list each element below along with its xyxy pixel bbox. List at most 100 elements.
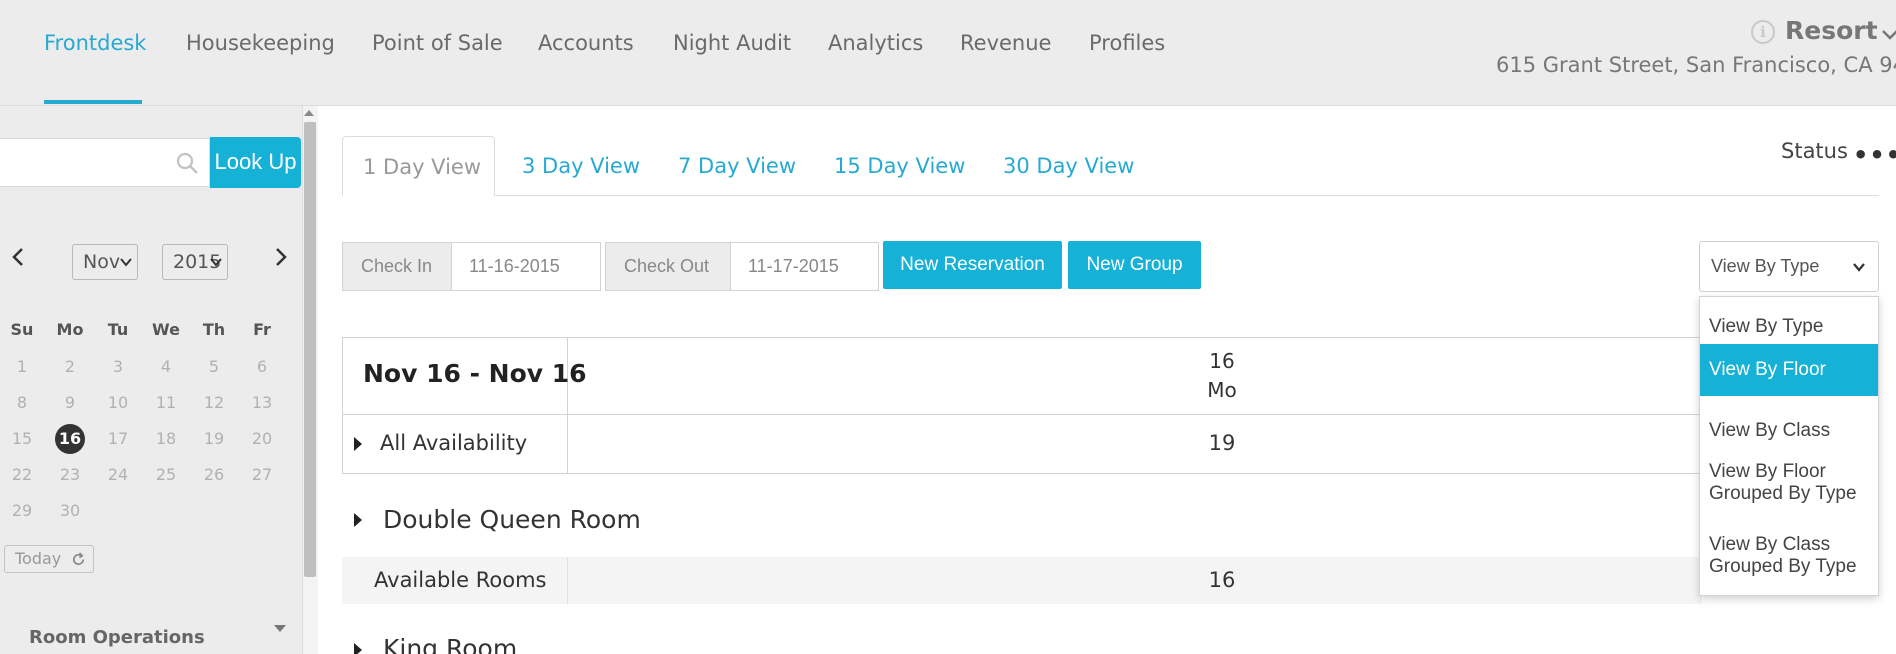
- view-by-select[interactable]: View By Type: [1699, 241, 1879, 292]
- day-name-header: Mo: [1207, 378, 1237, 402]
- calendar-day[interactable]: 2: [55, 352, 85, 382]
- calendar-day[interactable]: 13: [247, 388, 277, 418]
- nav-item-profiles[interactable]: Profiles: [1089, 31, 1165, 55]
- calendar-day[interactable]: 23: [55, 460, 85, 490]
- calendar-day[interactable]: 11: [151, 388, 181, 418]
- calendar-day[interactable]: 15: [7, 424, 37, 454]
- calendar-day[interactable]: 8: [7, 388, 37, 418]
- info-icon[interactable]: i: [1751, 20, 1775, 44]
- weekday-header: Fr: [253, 320, 271, 339]
- available-rooms-label: Available Rooms: [374, 568, 547, 592]
- previous-month-icon[interactable]: [9, 246, 27, 268]
- calendar-day[interactable]: 17: [103, 424, 133, 454]
- calendar-day[interactable]: 10: [103, 388, 133, 418]
- expand-triangle-icon[interactable]: [354, 437, 362, 451]
- calendar-day[interactable]: 12: [199, 388, 229, 418]
- date-range-header: Nov 16 - Nov 16: [363, 359, 587, 388]
- dropdown-option-view-by-floor[interactable]: View By Floor: [1700, 344, 1878, 396]
- scroll-up-arrow-icon[interactable]: [304, 110, 314, 116]
- room-type-section-title[interactable]: King Room: [383, 634, 517, 654]
- calendar-day[interactable]: 4: [151, 352, 181, 382]
- next-month-icon[interactable]: [272, 246, 290, 268]
- all-availability-value: 19: [1208, 431, 1236, 455]
- month-select-value: Nov: [83, 251, 121, 273]
- day-number-header: 16: [1209, 349, 1235, 373]
- calendar-day[interactable]: 3: [103, 352, 133, 382]
- nav-active-indicator: [44, 100, 142, 104]
- scrollbar-thumb[interactable]: [304, 122, 316, 577]
- new-group-button[interactable]: New Group: [1068, 241, 1201, 289]
- expand-triangle-icon[interactable]: [354, 643, 362, 654]
- weekday-header: Mo: [56, 320, 84, 339]
- calendar-day[interactable]: 20: [247, 424, 277, 454]
- check-in-date-field[interactable]: 11-16-2015: [451, 242, 601, 291]
- tab-30-day-view[interactable]: 30 Day View: [983, 136, 1154, 196]
- nav-item-accounts[interactable]: Accounts: [538, 31, 634, 55]
- calendar-day[interactable]: 24: [103, 460, 133, 490]
- weekday-header: We: [152, 320, 180, 339]
- calendar-day[interactable]: 27: [247, 460, 277, 490]
- check-out-date-field[interactable]: 11-17-2015: [730, 242, 879, 291]
- calendar-day-selected[interactable]: 16: [55, 424, 85, 454]
- property-address: 615 Grant Street, San Francisco, CA 9411…: [1496, 53, 1896, 77]
- caret-down-icon[interactable]: [274, 625, 286, 632]
- status-label[interactable]: Status: [1781, 139, 1848, 163]
- chevron-down-icon: [1853, 263, 1865, 272]
- chevron-down-icon: [210, 258, 222, 267]
- search-icon: [176, 152, 198, 174]
- refresh-icon: [72, 552, 85, 566]
- search-input[interactable]: [0, 139, 167, 183]
- expand-triangle-icon[interactable]: [354, 513, 362, 527]
- dropdown-option-view-by-type[interactable]: View By Type: [1700, 305, 1878, 349]
- new-reservation-button[interactable]: New Reservation: [883, 241, 1062, 289]
- calendar-day[interactable]: 30: [55, 496, 85, 526]
- property-name[interactable]: Resort: [1785, 16, 1878, 45]
- nav-item-revenue[interactable]: Revenue: [960, 31, 1051, 55]
- all-availability-label[interactable]: All Availability: [380, 431, 527, 455]
- tab-3-day-view[interactable]: 3 Day View: [502, 136, 660, 196]
- availability-grid: [342, 337, 1702, 474]
- nav-item-point-of-sale[interactable]: Point of Sale: [372, 31, 503, 55]
- chevron-down-icon[interactable]: [1880, 24, 1896, 44]
- dropdown-option-view-by-class-grouped-by-type[interactable]: View By Class Grouped By Type: [1700, 534, 1870, 594]
- calendar-day[interactable]: 19: [199, 424, 229, 454]
- month-select[interactable]: Nov: [72, 244, 138, 280]
- calendar-day[interactable]: 22: [7, 460, 37, 490]
- chevron-down-icon: [120, 258, 132, 267]
- calendar-day[interactable]: 5: [199, 352, 229, 382]
- weekday-header: Tu: [107, 320, 129, 339]
- nav-item-housekeeping[interactable]: Housekeeping: [186, 31, 335, 55]
- today-button[interactable]: Today: [4, 545, 94, 573]
- room-type-section-title[interactable]: Double Queen Room: [383, 505, 641, 534]
- dropdown-option-view-by-floor-grouped-by-type[interactable]: View By Floor Grouped By Type: [1700, 461, 1870, 521]
- weekday-header: Su: [10, 320, 34, 339]
- nav-item-night-audit[interactable]: Night Audit: [673, 31, 791, 55]
- nav-item-frontdesk[interactable]: Frontdesk: [44, 31, 146, 55]
- calendar-day[interactable]: 25: [151, 460, 181, 490]
- room-operations-header[interactable]: Room Operations: [29, 627, 205, 648]
- more-options-icon[interactable]: •••: [1853, 141, 1896, 169]
- check-in-label: Check In: [342, 242, 452, 291]
- today-button-label: Today: [15, 549, 62, 568]
- weekday-header: Th: [202, 320, 226, 339]
- calendar-day[interactable]: 9: [55, 388, 85, 418]
- dropdown-option-view-by-class[interactable]: View By Class: [1700, 409, 1878, 455]
- year-select[interactable]: 2015: [162, 244, 228, 280]
- top-navigation-bar: Frontdesk Housekeeping Point of Sale Acc…: [0, 0, 1896, 106]
- nav-item-analytics[interactable]: Analytics: [828, 31, 923, 55]
- calendar-day[interactable]: 6: [247, 352, 277, 382]
- view-by-dropdown-menu: View By Type View By Floor View By Class…: [1699, 296, 1879, 596]
- grid-divider: [567, 557, 568, 604]
- calendar-day[interactable]: 26: [199, 460, 229, 490]
- tab-7-day-view[interactable]: 7 Day View: [658, 136, 816, 196]
- calendar-day[interactable]: 18: [151, 424, 181, 454]
- grid-divider: [343, 414, 1702, 415]
- available-rooms-value: 16: [1208, 568, 1236, 592]
- lookup-button[interactable]: Look Up: [210, 137, 301, 188]
- calendar-day[interactable]: 29: [7, 496, 37, 526]
- reservation-search: [0, 138, 210, 187]
- tab-15-day-view[interactable]: 15 Day View: [814, 136, 985, 196]
- calendar-day[interactable]: 1: [7, 352, 37, 382]
- check-out-label: Check Out: [605, 242, 731, 291]
- tab-1-day-view[interactable]: 1 Day View: [342, 136, 495, 196]
